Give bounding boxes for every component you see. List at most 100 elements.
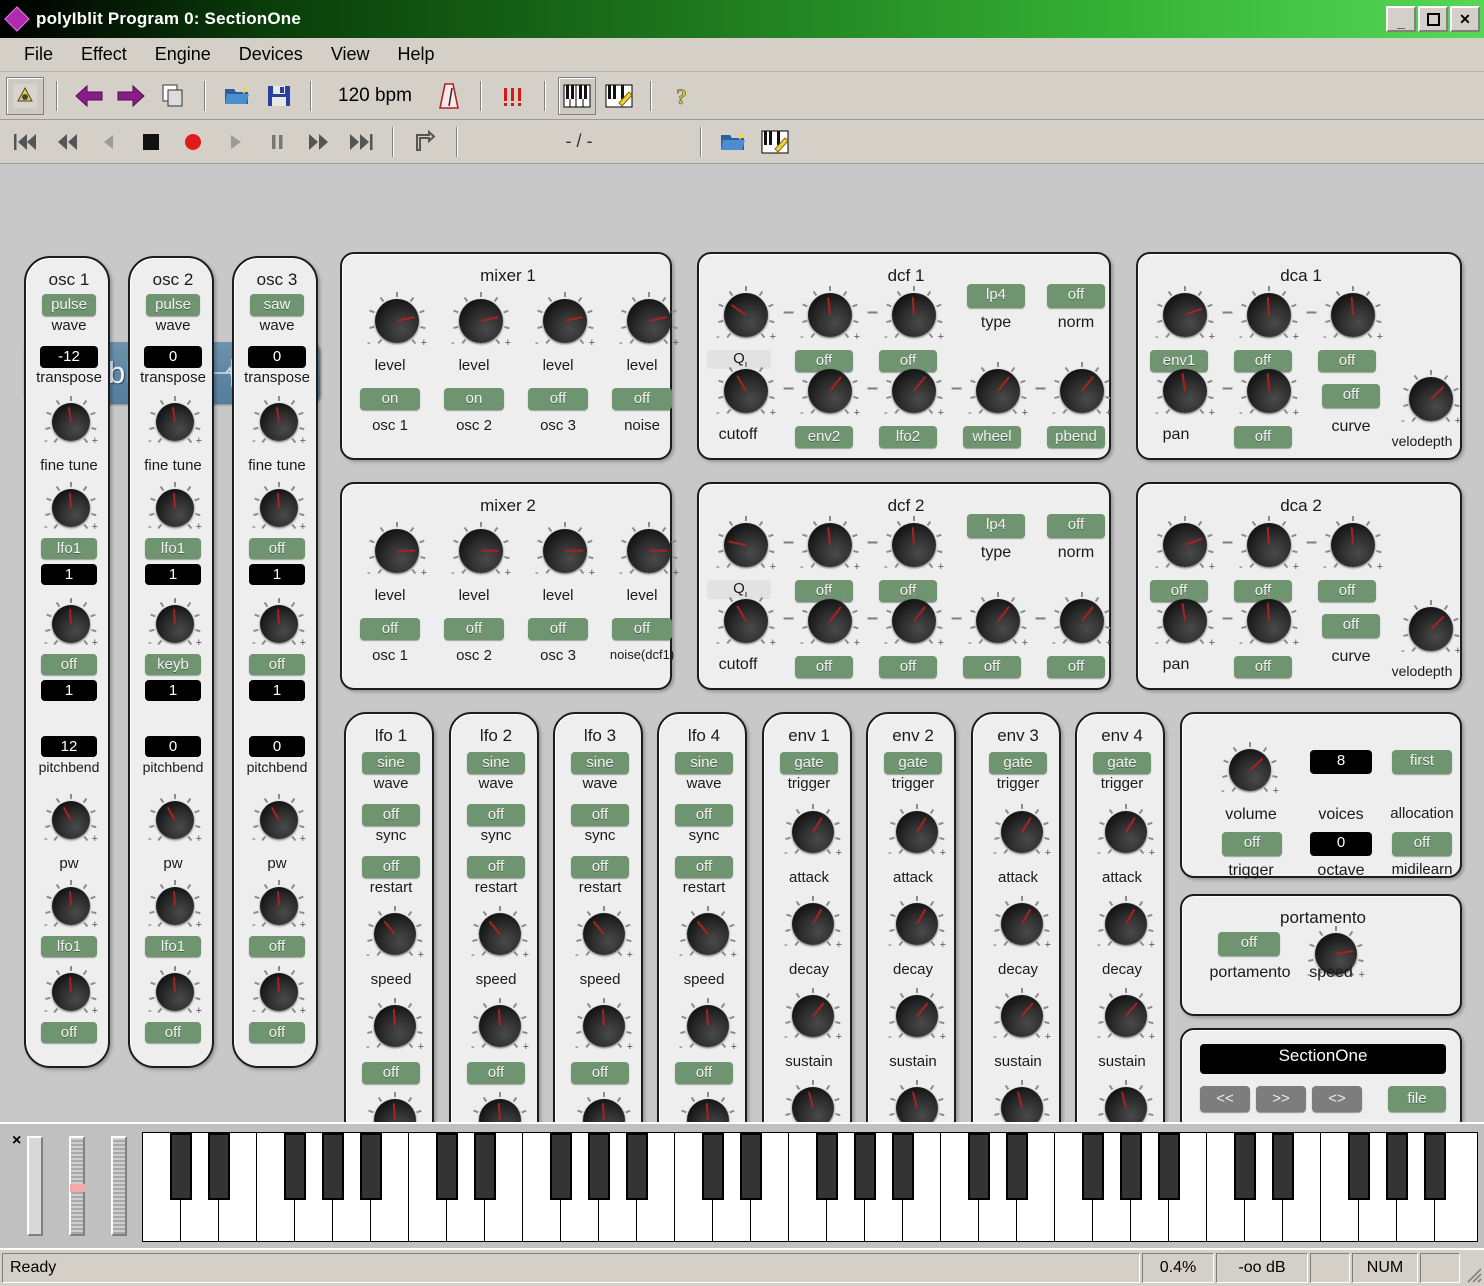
osc-fine-tune-knob[interactable]: -+ [43, 394, 99, 450]
global-voices-field[interactable]: 8 [1310, 750, 1372, 774]
dcf-row1-mod1-knob[interactable]: -+ [799, 284, 861, 346]
global-midilearn-button[interactable]: off [1392, 832, 1452, 856]
dcf-row2-mod-source-button[interactable]: env2 [795, 426, 853, 448]
osc-mod2-source-button[interactable]: off [41, 654, 97, 675]
piano-black-key[interactable] [322, 1133, 344, 1200]
mixer-level-knob[interactable]: -+ [450, 520, 512, 582]
mixer-channel-toggle[interactable]: on [444, 388, 504, 410]
dcf-row1-mod2-knob[interactable]: -+ [883, 514, 945, 576]
piano-black-key[interactable] [1424, 1133, 1446, 1200]
modwheel-slider[interactable] [56, 1124, 98, 1248]
menu-item-devices[interactable]: Devices [225, 42, 317, 67]
dcf-norm-button[interactable]: off [1047, 514, 1105, 538]
osc-pw-mod1-source-button[interactable]: lfo1 [41, 936, 97, 957]
mixer-channel-toggle[interactable]: off [612, 618, 672, 640]
loop-icon[interactable] [406, 123, 444, 161]
mixer-channel-toggle[interactable]: off [360, 618, 420, 640]
dca-velodepth-knob[interactable]: -+ [1400, 598, 1462, 660]
env-sustain-knob[interactable]: -+ [887, 986, 947, 1046]
open-folder-icon[interactable] [714, 123, 752, 161]
piano-black-key[interactable] [550, 1133, 572, 1200]
dca-row1-mod-source-button[interactable]: off [1318, 350, 1376, 372]
osc-pw-knob[interactable]: -+ [43, 792, 99, 848]
piano-black-key[interactable] [588, 1133, 610, 1200]
dcf-type-button[interactable]: lp4 [967, 284, 1025, 308]
global-octave-field[interactable]: 0 [1310, 832, 1372, 856]
mixer-channel-toggle[interactable]: off [528, 388, 588, 410]
lfo-mod1-source-button[interactable]: off [362, 1062, 420, 1084]
lfo-sync-button[interactable]: off [467, 804, 525, 826]
dca-velodepth-knob[interactable]: -+ [1400, 368, 1462, 430]
lfo-restart-button[interactable]: off [571, 856, 629, 878]
mixer-channel-toggle[interactable]: off [528, 618, 588, 640]
dca-row1-mod-knob[interactable]: -+ [1154, 514, 1216, 576]
copy-icon[interactable] [154, 77, 192, 115]
osc-mod1-source-button[interactable]: off [249, 538, 305, 559]
env-trigger-button[interactable]: gate [884, 752, 942, 774]
lfo-speed-knob[interactable]: -+ [574, 904, 634, 964]
piano-black-key[interactable] [474, 1133, 496, 1200]
lfo-sync-button[interactable]: off [362, 804, 420, 826]
osc-pw-mod2-knob[interactable]: -+ [43, 964, 99, 1020]
lfo-mod1-knob[interactable]: -+ [678, 996, 738, 1056]
piano-black-key[interactable] [626, 1133, 648, 1200]
dca-row1-mod-source-button[interactable]: off [1318, 580, 1376, 602]
piano-black-key[interactable] [284, 1133, 306, 1200]
rewind-to-start-icon[interactable] [6, 123, 44, 161]
lfo-mod1-knob[interactable]: -+ [574, 996, 634, 1056]
close-button[interactable]: ✕ [1450, 6, 1480, 32]
stop-icon[interactable] [132, 123, 170, 161]
osc-mod1-knob[interactable]: -+ [251, 480, 307, 536]
env-attack-knob[interactable]: -+ [783, 802, 843, 862]
lfo-restart-button[interactable]: off [675, 856, 733, 878]
portamento-toggle-button[interactable]: off [1218, 932, 1280, 956]
osc-pw-mod2-source-button[interactable]: off [249, 1022, 305, 1043]
osc-mod2-amount-field[interactable]: 1 [41, 680, 97, 701]
osc-pw-mod2-knob[interactable]: -+ [251, 964, 307, 1020]
lfo-speed-knob[interactable]: -+ [678, 904, 738, 964]
env-decay-knob[interactable]: -+ [887, 894, 947, 954]
env-decay-knob[interactable]: -+ [783, 894, 843, 954]
osc-pw-mod2-knob[interactable]: -+ [147, 964, 203, 1020]
patch-name-field[interactable]: SectionOne [1200, 1044, 1446, 1074]
dcf-row2-mod-source-button[interactable]: wheel [963, 426, 1021, 448]
lfo-mod1-source-button[interactable]: off [571, 1062, 629, 1084]
mixer-level-knob[interactable]: -+ [366, 520, 428, 582]
dcf-row2-mod-source-button[interactable]: off [1047, 656, 1105, 678]
lfo-speed-knob[interactable]: -+ [365, 904, 425, 964]
lfo-speed-knob[interactable]: -+ [470, 904, 530, 964]
piano-black-key[interactable] [436, 1133, 458, 1200]
piano-black-key[interactable] [1348, 1133, 1370, 1200]
piano-black-key[interactable] [854, 1133, 876, 1200]
patch-editor-icon[interactable] [600, 77, 638, 115]
fast-forward-icon[interactable] [300, 123, 338, 161]
resize-grip[interactable] [1462, 1253, 1482, 1283]
mixer-level-knob[interactable]: -+ [534, 290, 596, 352]
piano-black-key[interactable] [892, 1133, 914, 1200]
osc-mod1-amount-field[interactable]: 1 [145, 564, 201, 585]
env-trigger-button[interactable]: gate [989, 752, 1047, 774]
bpm-display[interactable]: 120 bpm [324, 85, 426, 107]
close-keyboard-icon[interactable]: × [12, 1132, 21, 1150]
lfo-mod1-source-button[interactable]: off [675, 1062, 733, 1084]
osc-pitchbend-field[interactable]: 12 [41, 736, 97, 757]
dca-pan-mod-source-button[interactable]: off [1234, 656, 1292, 678]
osc-fine-tune-knob[interactable]: -+ [147, 394, 203, 450]
dcf-norm-button[interactable]: off [1047, 284, 1105, 308]
global-allocation-button[interactable]: first [1392, 750, 1452, 774]
osc-mod2-source-button[interactable]: keyb [145, 654, 201, 675]
piano-black-key[interactable] [1006, 1133, 1028, 1200]
osc-transpose-field[interactable]: 0 [144, 346, 202, 368]
dca-pan-knob[interactable]: -+ [1154, 360, 1216, 422]
patch-editor-icon[interactable] [756, 123, 794, 161]
open-folder-icon[interactable] [218, 77, 256, 115]
piano-black-key[interactable] [702, 1133, 724, 1200]
lfo-sync-button[interactable]: off [675, 804, 733, 826]
mixer-channel-toggle[interactable]: off [444, 618, 504, 640]
record-icon[interactable] [174, 123, 212, 161]
piano-black-key[interactable] [816, 1133, 838, 1200]
dcf-row2-mod-source-button[interactable]: lfo2 [879, 426, 937, 448]
mixer-level-knob[interactable]: -+ [450, 290, 512, 352]
osc-pitchbend-field[interactable]: 0 [145, 736, 201, 757]
dcf-row2-mod-source-button[interactable]: off [879, 656, 937, 678]
